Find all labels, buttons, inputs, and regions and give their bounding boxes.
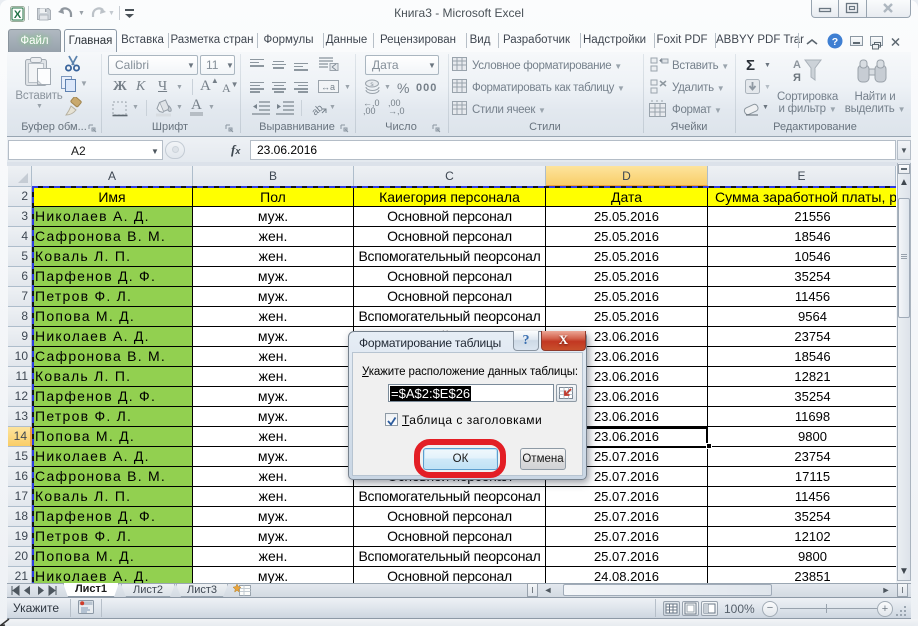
svg-text:X: X [14,9,22,21]
svg-text:↔a: ↔a [321,82,335,92]
svg-text:Я: Я [793,72,801,84]
svg-text:А: А [793,59,801,71]
svg-text:ab: ab [310,102,326,117]
svg-text:?: ? [832,36,838,48]
